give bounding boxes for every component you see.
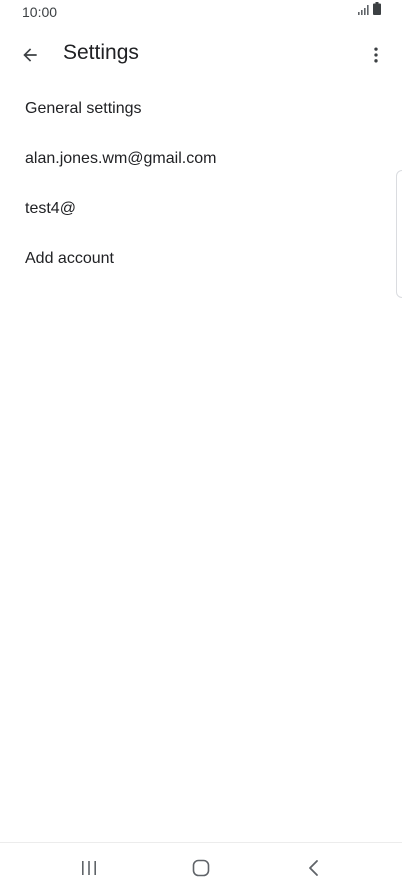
- arrow-back-icon: [23, 48, 37, 62]
- battery-icon: [373, 2, 381, 20]
- navigation-bar: [0, 842, 402, 893]
- status-time: 10:00: [22, 4, 58, 20]
- status-bar: 10:00: [0, 0, 402, 26]
- recents-icon: [82, 861, 96, 875]
- settings-item-label: alan.jones.wm@gmail.com: [25, 150, 217, 167]
- settings-item-add-account[interactable]: Add account: [0, 234, 402, 284]
- settings-item-label: General settings: [25, 100, 142, 117]
- app-bar: Settings: [0, 26, 402, 84]
- system-back-button[interactable]: [294, 853, 334, 883]
- edge-panel-handle[interactable]: [396, 170, 402, 298]
- page-title: Settings: [63, 41, 139, 64]
- back-button[interactable]: [14, 39, 46, 71]
- back-icon: [309, 860, 318, 876]
- settings-item-label: test4@: [25, 200, 76, 217]
- settings-item-general[interactable]: General settings: [0, 84, 402, 134]
- signal-icon: [358, 2, 370, 20]
- home-button[interactable]: [181, 853, 221, 883]
- home-icon: [192, 859, 210, 877]
- settings-list: General settings alan.jones.wm@gmail.com…: [0, 84, 402, 284]
- more-vert-icon: [374, 47, 378, 63]
- recents-button[interactable]: [69, 853, 109, 883]
- more-options-button[interactable]: [360, 39, 392, 71]
- settings-item-account-test4[interactable]: test4@: [0, 184, 402, 234]
- settings-item-label: Add account: [25, 250, 114, 267]
- status-icons: [358, 2, 381, 20]
- settings-item-account-alan[interactable]: alan.jones.wm@gmail.com: [0, 134, 402, 184]
